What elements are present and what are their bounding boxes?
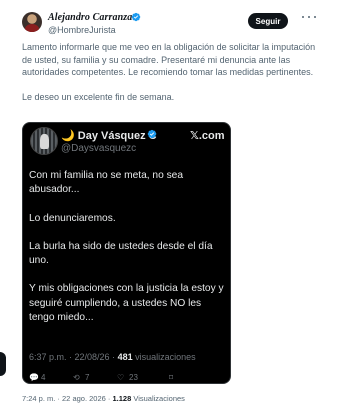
more-options-icon[interactable] [302,16,316,24]
quoted-line-2: Lo denunciaremos. [29,212,116,224]
quoted-verified-badge-icon [147,129,157,139]
quoted-text: Con mi familia no se meta, no sea abusad… [29,169,227,339]
author-avatar[interactable] [22,12,42,32]
quoted-line-4: Y mis obligaciones con la justicia la es… [29,283,224,324]
quoted-line-3: La burla ha sido de ustedes desde el día… [29,240,213,267]
follow-button[interactable]: Seguir [248,13,288,29]
quoted-reply-icon: 💬 [29,373,39,382]
quoted-bookmark-icon: ⌑ [169,373,174,382]
verified-badge-icon [131,12,141,22]
tweet: Alejandro Carranza @HombreJurista Seguir… [0,0,350,413]
tweet-metadata: 7:24 p. m. · 22 ago. 2026 · 1.128 Visual… [22,394,185,403]
tweet-paragraph-1: Lamento informarle que me veo en la obli… [22,42,316,77]
quoted-repost-count: 7 [85,373,90,382]
quoted-platform-label: 𝕏.com [190,130,225,142]
tweet-time[interactable]: 7:24 p. m. · 22 ago. 2026 · [22,394,112,403]
quoted-author-name: 🌙 Day Vásquez C [61,130,157,142]
quoted-like-count: 23 [129,373,138,382]
quoted-time: 6:37 p.m. · 22/08/26 · [29,352,118,362]
quoted-timestamp: 6:37 p.m. · 22/08/26 · 481 visualizacion… [29,352,196,362]
quoted-repost-icon: ⟲ [73,373,80,382]
quoted-author-avatar [30,127,58,155]
quoted-author-handle: @Daysvasquezc [61,143,137,154]
quoted-tweet-image[interactable]: 🌙 Day Vásquez C 𝕏.com @Daysvasquezc Con … [22,122,231,384]
tweet-paragraph-2: Le deseo un excelente fin de semana. [22,92,175,102]
quoted-views-count: 481 [117,352,133,362]
quoted-actions-bar: 💬 4 ⟲ 7 ♡ 23 ⌑ [29,373,227,383]
tweet-views-count: 1.128 [112,394,132,403]
quoted-views-label: visualizaciones [132,352,196,362]
tweet-views-label: Visualizaciones [131,394,185,403]
author-name[interactable]: Alejandro Carranza [48,12,132,23]
quoted-reply-count: 4 [41,373,46,382]
author-handle[interactable]: @HombreJurista [48,25,116,35]
floating-edge-button[interactable] [0,352,6,376]
tweet-text: Lamento informarle que me veo en la obli… [22,41,322,104]
quoted-line-1: Con mi familia no se meta, no sea abusad… [29,170,184,196]
quoted-like-icon: ♡ [117,373,125,382]
